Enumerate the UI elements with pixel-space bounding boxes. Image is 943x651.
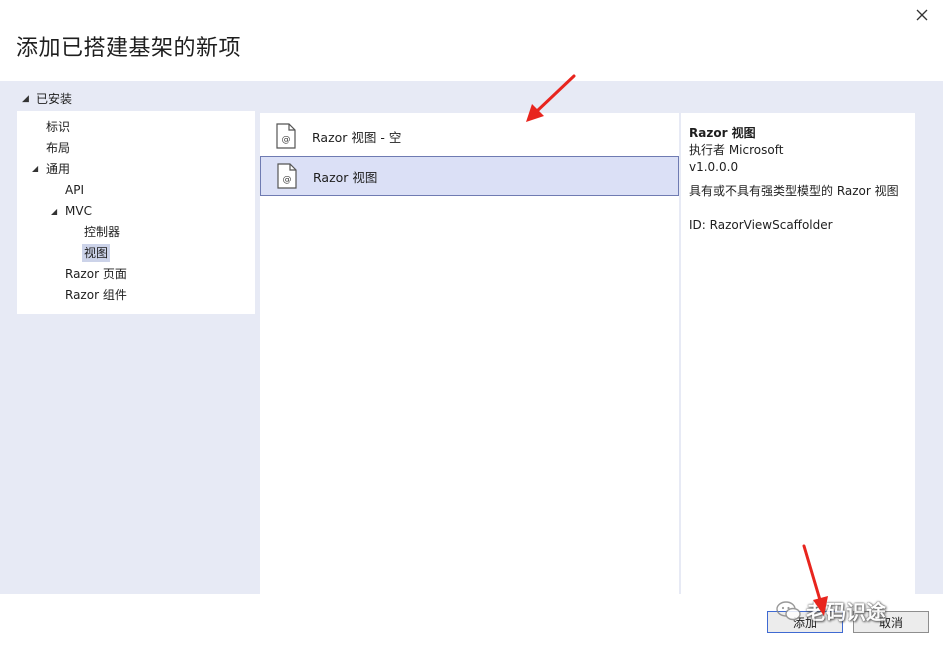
details-id: ID: RazorViewScaffolder (689, 218, 833, 232)
installed-label: 已安装 (36, 92, 73, 106)
details-name: Razor 视图 (689, 126, 756, 140)
template-item-razor-view-empty[interactable]: @ Razor 视图 - 空 (260, 116, 679, 156)
tree-item-common[interactable]: 通用 (44, 160, 72, 178)
tree-item-razor-components[interactable]: Razor 组件 (63, 286, 129, 304)
template-list: @ Razor 视图 - 空 @ Razor 视图 (260, 113, 679, 594)
details-version: v1.0.0.0 (689, 160, 739, 174)
template-item-razor-view[interactable]: @ Razor 视图 (260, 156, 679, 196)
close-icon (916, 9, 928, 21)
tree-item-identity[interactable]: 标识 (44, 118, 72, 136)
details-author: 执行者 Microsoft (689, 143, 784, 157)
template-item-label: Razor 视图 (313, 169, 378, 185)
watermark: 老码识途 (776, 596, 886, 625)
razor-file-icon: @ (276, 123, 296, 149)
installed-header[interactable]: ◢ 已安装 (22, 90, 72, 107)
details-description: 具有或不具有强类型模型的 Razor 视图 (689, 184, 899, 198)
dialog-title: 添加已搭建基架的新项 (16, 36, 242, 61)
tree-item-razor-pages[interactable]: Razor 页面 (63, 265, 129, 283)
tree-item-controller[interactable]: 控制器 (82, 223, 122, 241)
wechat-icon (776, 600, 801, 620)
tree-item-layout[interactable]: 布局 (44, 139, 72, 157)
dialog-body: ◢ 已安装 ◢ ◢ 标识 布局 通用 API MVC 控制器 视图 Razor … (0, 81, 943, 594)
svg-text:@: @ (283, 175, 292, 185)
expand-triangle-icon[interactable]: ◢ (51, 207, 57, 216)
collapse-triangle-icon: ◢ (22, 93, 29, 104)
close-button[interactable] (910, 4, 934, 26)
tree-item-mvc[interactable]: MVC (63, 202, 94, 220)
tree-item-api[interactable]: API (63, 181, 86, 199)
razor-file-icon: @ (277, 163, 297, 189)
svg-text:@: @ (282, 135, 291, 145)
watermark-text: 老码识途 (806, 600, 886, 624)
tree-item-view[interactable]: 视图 (82, 244, 111, 262)
template-item-label: Razor 视图 - 空 (312, 129, 402, 145)
category-tree: ◢ ◢ 标识 布局 通用 API MVC 控制器 视图 Razor 页面 Raz… (17, 111, 255, 314)
details-panel: Razor 视图 执行者 Microsoft v1.0.0.0 具有或不具有强类… (681, 113, 915, 594)
expand-triangle-icon[interactable]: ◢ (32, 164, 38, 173)
